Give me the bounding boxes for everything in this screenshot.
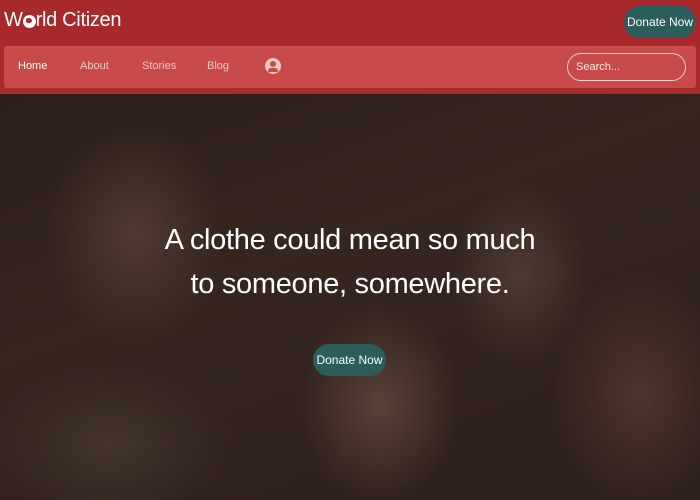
- hero-headline-line-2: to someone, somewhere.: [190, 268, 510, 300]
- nav-item-stories[interactable]: Stories: [142, 60, 176, 72]
- main-navbar: Home About Stories Blog: [4, 46, 696, 88]
- nav-item-blog[interactable]: Blog: [207, 60, 229, 72]
- nav-item-about[interactable]: About: [80, 60, 109, 72]
- logo-text-prefix: W: [4, 9, 23, 31]
- logo-text-suffix: rld Citizen: [35, 9, 122, 31]
- globe-icon: [22, 15, 36, 28]
- hero-section: A clothe could mean so much to someone, …: [0, 94, 700, 500]
- top-header: Wrld Citizen Donate Now: [0, 0, 700, 44]
- donate-now-button-header[interactable]: Donate Now: [624, 6, 696, 38]
- user-circle-icon[interactable]: [265, 58, 281, 74]
- hero-headline-line-1: A clothe could mean so much: [164, 224, 536, 256]
- donate-now-button-hero[interactable]: Donate Now: [313, 344, 386, 376]
- search-input[interactable]: [567, 53, 686, 81]
- site-logo[interactable]: Wrld Citizen: [4, 9, 122, 32]
- nav-item-home[interactable]: Home: [18, 60, 47, 72]
